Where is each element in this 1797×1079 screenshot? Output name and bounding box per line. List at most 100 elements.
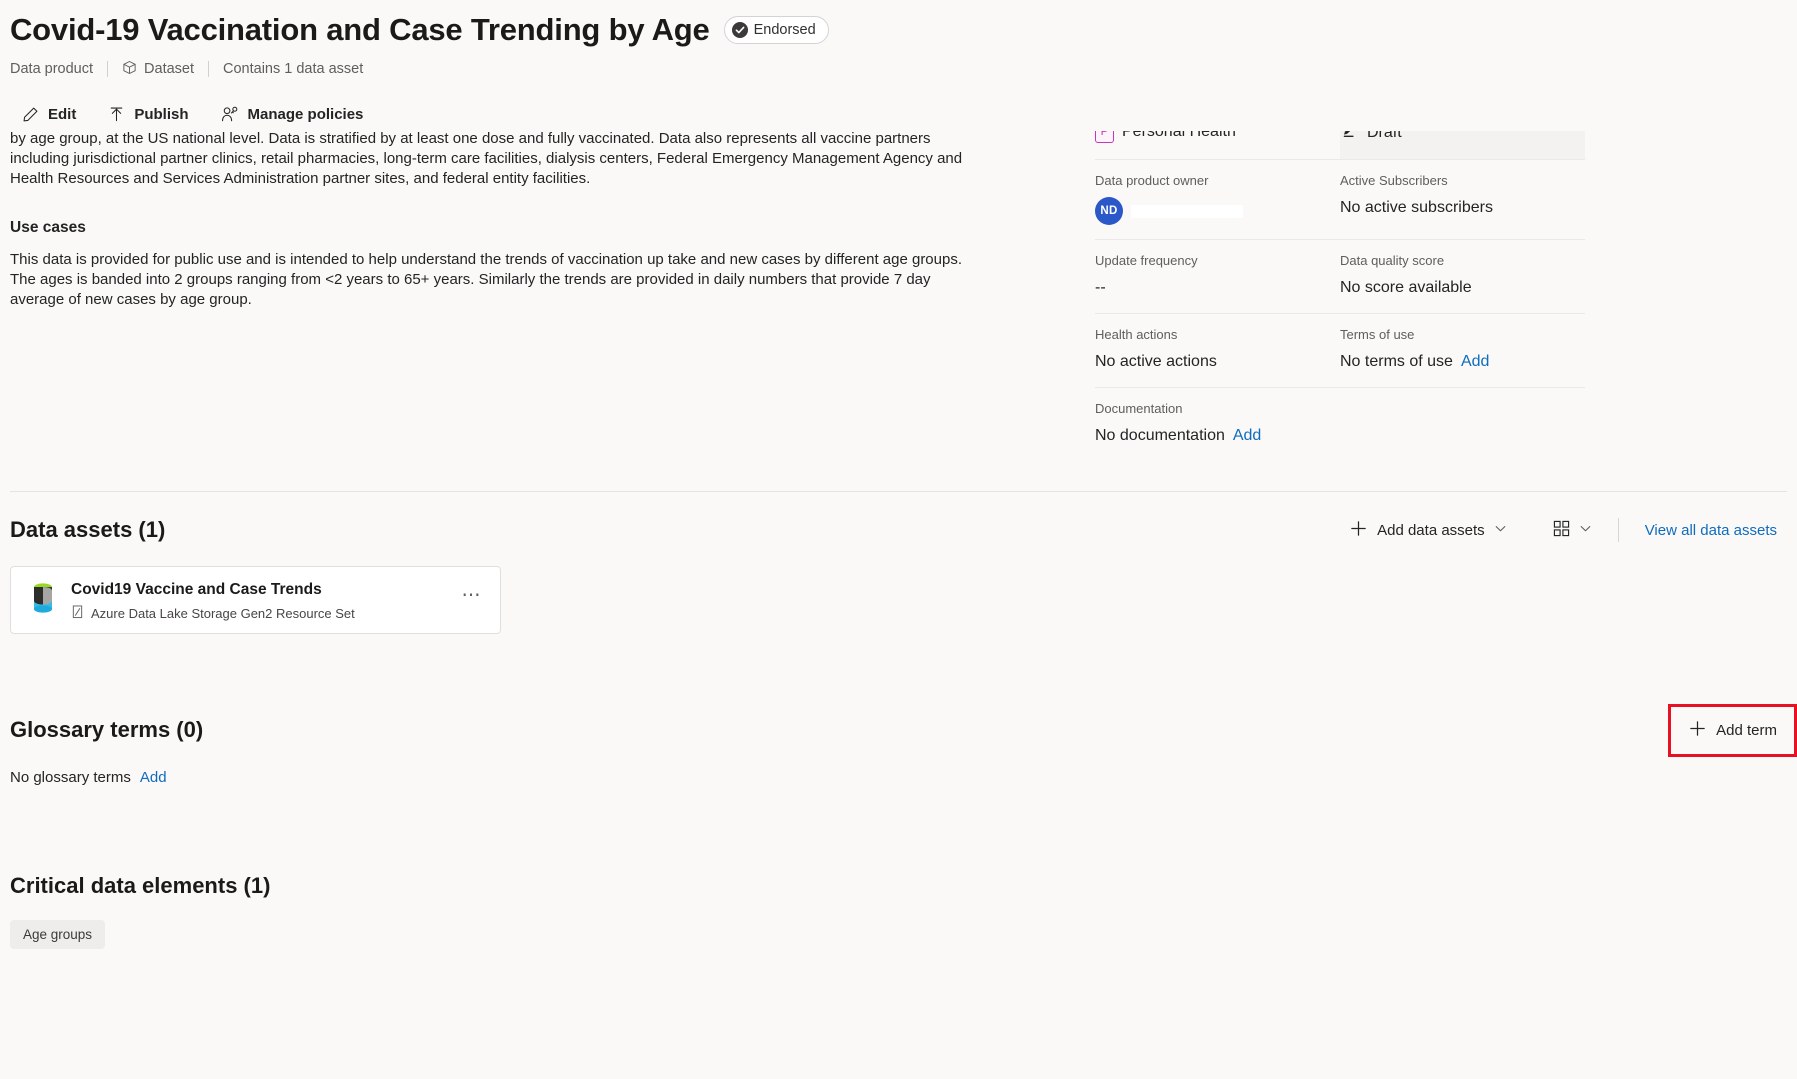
data-assets-actions: Add data assets View all data assets bbox=[1339, 513, 1787, 548]
grid-view-icon bbox=[1553, 520, 1570, 541]
metadata-table: P Personal Health Draft Data product own… bbox=[1095, 124, 1585, 461]
update-frequency-value: -- bbox=[1095, 279, 1106, 296]
view-all-data-assets-link[interactable]: View all data assets bbox=[1635, 516, 1787, 545]
subscribers-value: No active subscribers bbox=[1340, 199, 1493, 216]
page-header: Covid-19 Vaccination and Case Trending b… bbox=[0, 0, 1797, 131]
person-key-icon bbox=[221, 106, 239, 123]
glossary-empty-text: No glossary terms bbox=[10, 769, 131, 786]
avatar[interactable]: ND bbox=[1095, 197, 1123, 225]
metadata-cell-documentation: Documentation No documentation Add bbox=[1095, 388, 1340, 461]
breadcrumb: Data product Dataset Contains 1 data ass… bbox=[10, 59, 1797, 79]
owner-value-wrap: ND bbox=[1095, 197, 1336, 225]
glossary-header: Glossary terms (0) Add term bbox=[0, 703, 1797, 757]
command-bar: Edit Publish Manage policies bbox=[10, 97, 1797, 131]
metadata-column: P Personal Health Draft Data product own… bbox=[1040, 124, 1797, 461]
update-frequency-label: Update frequency bbox=[1095, 253, 1198, 268]
glossary-empty-state: No glossary terms Add bbox=[0, 769, 1797, 786]
actions-divider bbox=[1617, 518, 1619, 542]
breadcrumb-divider-2 bbox=[208, 61, 210, 77]
add-data-assets-label: Add data assets bbox=[1377, 521, 1485, 539]
view-mode-button[interactable] bbox=[1543, 514, 1602, 547]
asset-name: Covid19 Vaccine and Case Trends bbox=[71, 580, 322, 598]
cde-chip[interactable]: Age groups bbox=[10, 920, 106, 949]
breadcrumb-asset-count: Contains 1 data asset bbox=[223, 61, 364, 77]
documentation-label: Documentation bbox=[1095, 401, 1183, 416]
edit-label: Edit bbox=[48, 105, 77, 123]
health-label: Health actions bbox=[1095, 327, 1178, 342]
metadata-cell-update-frequency: Update frequency -- bbox=[1095, 240, 1340, 313]
add-term-label: Add term bbox=[1716, 721, 1777, 739]
chevron-down-icon-view bbox=[1579, 522, 1592, 539]
metadata-row-health-terms: Health actions No active actions Terms o… bbox=[1095, 314, 1585, 388]
upload-icon bbox=[108, 106, 125, 123]
pencil-icon bbox=[22, 106, 39, 123]
check-circle-icon bbox=[731, 22, 748, 38]
data-assets-section: Data assets (1) Add data assets View all… bbox=[0, 512, 1797, 634]
data-assets-header: Data assets (1) Add data assets View all… bbox=[0, 512, 1797, 548]
metadata-cell-empty bbox=[1340, 388, 1585, 461]
asset-more-options-button[interactable]: ⋯ bbox=[458, 586, 487, 609]
documentation-value-wrap: No documentation Add bbox=[1095, 425, 1336, 447]
add-term-button[interactable]: Add term bbox=[1678, 713, 1787, 748]
breadcrumb-divider bbox=[107, 61, 109, 77]
documentation-add-link[interactable]: Add bbox=[1233, 425, 1261, 447]
asset-texts: Covid19 Vaccine and Case Trends Azure Da… bbox=[71, 579, 458, 622]
resource-set-icon bbox=[71, 605, 84, 622]
quality-value: No score available bbox=[1340, 279, 1472, 296]
add-data-assets-button[interactable]: Add data assets bbox=[1339, 513, 1517, 548]
owner-label: Data product owner bbox=[1095, 173, 1209, 188]
terms-value-wrap: No terms of use Add bbox=[1340, 351, 1581, 373]
asset-type-row: Azure Data Lake Storage Gen2 Resource Se… bbox=[71, 605, 458, 622]
add-term-wrap: Add term bbox=[1668, 703, 1797, 757]
terms-value: No terms of use bbox=[1340, 353, 1453, 370]
cde-title: Critical data elements (1) bbox=[10, 873, 271, 898]
chevron-down-icon bbox=[1494, 522, 1507, 539]
metadata-cell-quality: Data quality score No score available bbox=[1340, 240, 1585, 313]
terms-label: Terms of use bbox=[1340, 327, 1415, 342]
glossary-title: Glossary terms (0) bbox=[10, 717, 204, 742]
data-assets-title: Data assets (1) bbox=[10, 517, 166, 542]
data-asset-card[interactable]: Covid19 Vaccine and Case Trends Azure Da… bbox=[10, 566, 501, 634]
asset-type-label: Azure Data Lake Storage Gen2 Resource Se… bbox=[91, 605, 355, 621]
critical-data-elements-section: Critical data elements (1) Age groups bbox=[0, 868, 1797, 949]
description-paragraph: This data comes from the CDC as a part o… bbox=[10, 124, 977, 187]
metadata-row-documentation: Documentation No documentation Add bbox=[1095, 388, 1585, 461]
use-cases-heading: Use cases bbox=[10, 219, 86, 236]
metadata-cell-owner: Data product owner ND bbox=[1095, 160, 1340, 239]
cube-icon bbox=[122, 60, 137, 79]
glossary-terms-section: Glossary terms (0) Add term No glossary … bbox=[0, 703, 1797, 786]
section-divider bbox=[10, 491, 1787, 492]
title-row: Covid-19 Vaccination and Case Trending b… bbox=[10, 10, 1797, 50]
documentation-value: No documentation bbox=[1095, 427, 1225, 444]
metadata-row-frequency-quality: Update frequency -- Data quality score N… bbox=[1095, 240, 1585, 314]
metadata-row-owner-subscribers: Data product owner ND Active Subscribers… bbox=[1095, 160, 1585, 240]
terms-add-link[interactable]: Add bbox=[1461, 351, 1489, 373]
status-badge-endorsed[interactable]: Endorsed bbox=[723, 16, 829, 44]
edit-button[interactable]: Edit bbox=[20, 103, 78, 126]
glossary-add-link[interactable]: Add bbox=[140, 769, 167, 786]
endorsed-label: Endorsed bbox=[753, 22, 816, 38]
overview-content: This data comes from the CDC as a part o… bbox=[0, 124, 1797, 492]
data-product-page: Covid-19 Vaccination and Case Trending b… bbox=[0, 0, 1797, 1079]
manage-policies-button[interactable]: Manage policies bbox=[219, 103, 366, 126]
quality-label: Data quality score bbox=[1340, 253, 1445, 268]
cde-header: Critical data elements (1) bbox=[0, 868, 1797, 904]
use-cases-paragraph: This data is provided for public use and… bbox=[10, 251, 963, 308]
breadcrumb-kind-label: Dataset bbox=[144, 61, 195, 77]
metadata-cell-terms: Terms of use No terms of use Add bbox=[1340, 314, 1585, 387]
breadcrumb-kind: Dataset bbox=[122, 60, 194, 79]
metadata-cell-subscribers: Active Subscribers No active subscribers bbox=[1340, 160, 1585, 239]
adls-gen2-icon bbox=[29, 581, 57, 620]
metadata-cell-health: Health actions No active actions bbox=[1095, 314, 1340, 387]
owner-name-redacted bbox=[1131, 204, 1243, 218]
lower-sections: Data assets (1) Add data assets View all… bbox=[0, 512, 1797, 1079]
plus-icon bbox=[1349, 519, 1368, 542]
plus-icon-term bbox=[1688, 719, 1707, 742]
breadcrumb-type: Data product bbox=[10, 61, 94, 77]
subscribers-label: Active Subscribers bbox=[1340, 173, 1448, 188]
health-value: No active actions bbox=[1095, 353, 1217, 370]
manage-policies-label: Manage policies bbox=[247, 105, 364, 123]
glossary-actions: Add term bbox=[1668, 703, 1797, 757]
publish-button[interactable]: Publish bbox=[106, 103, 190, 126]
page-title: Covid-19 Vaccination and Case Trending b… bbox=[10, 12, 710, 47]
